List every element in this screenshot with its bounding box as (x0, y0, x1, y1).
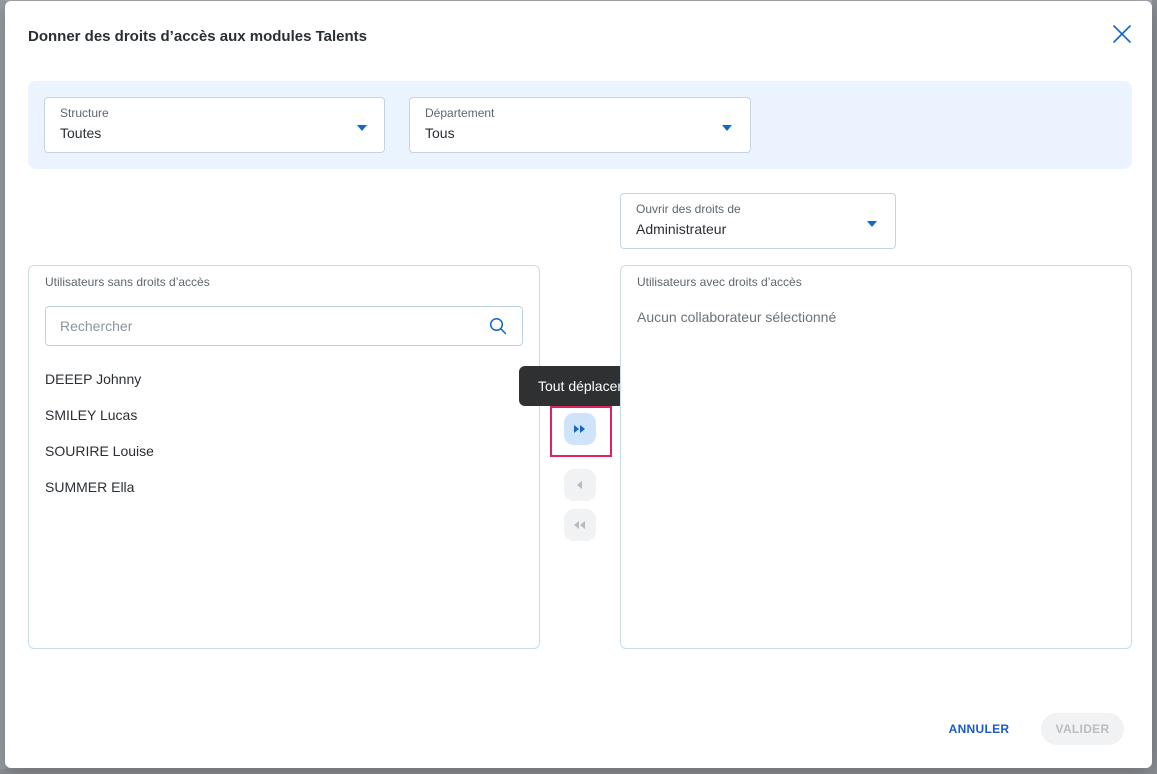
caret-down-icon (867, 221, 877, 227)
structure-select-value: Toutes (60, 125, 102, 141)
double-arrow-left-icon (574, 521, 585, 529)
backdrop-bottom-edge (0, 769, 1157, 774)
move-all-left-button[interactable] (564, 509, 596, 541)
empty-state-text: Aucun collaborateur sélectionné (637, 309, 837, 325)
filter-band: Structure Toutes Département Tous (28, 81, 1132, 169)
users-with-access-panel: Utilisateurs avec droits d’accès Aucun c… (620, 265, 1132, 649)
users-without-access-panel: Utilisateurs sans droits d’accès DEEEP J… (28, 265, 540, 649)
user-list: DEEEP Johnny SMILEY Lucas SOURIRE Louise… (45, 366, 154, 510)
rights-type-select[interactable]: Ouvrir des droits de Administrateur (620, 193, 896, 249)
department-select-value: Tous (425, 125, 455, 141)
structure-select-label: Structure (60, 106, 109, 120)
move-left-button[interactable] (564, 469, 596, 501)
list-item[interactable]: SMILEY Lucas (45, 402, 154, 438)
arrow-left-icon (577, 481, 582, 489)
list-item[interactable]: DEEEP Johnny (45, 366, 154, 402)
search-icon[interactable] (489, 317, 507, 335)
rights-type-select-label: Ouvrir des droits de (636, 202, 741, 216)
caret-down-icon (722, 125, 732, 131)
structure-select[interactable]: Structure Toutes (44, 97, 385, 153)
list-item[interactable]: SUMMER Ella (45, 474, 154, 510)
search-input[interactable] (60, 307, 480, 345)
dialog-title: Donner des droits d’accès aux modules Ta… (28, 28, 367, 45)
highlight-frame (550, 406, 612, 457)
panel-title: Utilisateurs avec droits d’accès (637, 275, 802, 289)
list-item[interactable]: SOURIRE Louise (45, 438, 154, 474)
validate-button: VALIDER (1041, 713, 1124, 745)
department-select-label: Département (425, 106, 495, 120)
close-button[interactable] (1111, 23, 1133, 45)
department-select[interactable]: Département Tous (409, 97, 751, 153)
rights-type-select-value: Administrateur (636, 221, 727, 237)
access-rights-dialog: Donner des droits d’accès aux modules Ta… (5, 1, 1152, 768)
backdrop-right-edge (1152, 0, 1157, 774)
search-field[interactable] (45, 306, 523, 346)
caret-down-icon (357, 125, 367, 131)
cancel-button[interactable]: ANNULER (935, 713, 1023, 745)
close-icon (1113, 25, 1131, 43)
panel-title: Utilisateurs sans droits d’accès (45, 275, 210, 289)
